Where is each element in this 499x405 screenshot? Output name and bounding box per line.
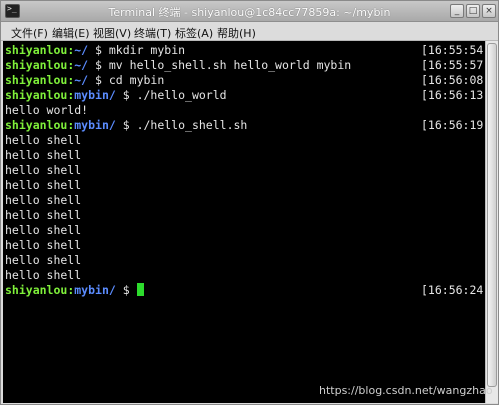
menu-edit[interactable]: 编辑(E) [52,25,90,41]
minimize-button[interactable]: _ [450,4,464,18]
prompt-user: shiyanlou [5,58,68,72]
watermark-text: https://blog.csdn.net/wangzhao [319,384,493,397]
timestamp: [16:55:57] [421,58,491,72]
command-text: $ ./hello_world [115,88,227,102]
menu-file[interactable]: 文件(F) [11,25,48,41]
menu-tabs[interactable]: 标签(A) [175,25,213,41]
output-line: hello shell [5,163,82,177]
prompt-line: shiyanlou:mybin/ $ ./hello_shell.sh [5,118,247,133]
prompt-line: shiyanlou:~/ $ mkdir mybin [5,43,185,58]
title-bar[interactable]: Terminal 终端 - shiyanlou@1c84cc77859a: ~/… [1,1,498,22]
command-text: $ [115,283,137,297]
timestamp: [16:56:08] [421,73,491,87]
scrollbar-thumb[interactable] [487,43,497,387]
timestamp: [16:56:19] [421,118,491,132]
command-text: $ mkdir mybin [88,43,186,57]
text-cursor [136,283,144,296]
prompt-user: shiyanlou [5,283,68,297]
maximize-button[interactable]: □ [466,4,480,18]
prompt-user: shiyanlou [5,73,68,87]
menu-view[interactable]: 视图(V) [93,25,131,41]
timestamp: [16:56:13] [421,88,491,102]
prompt-user: shiyanlou [5,88,68,102]
close-button[interactable]: × [482,4,496,18]
output-line: hello shell [5,223,82,237]
prompt-path: mybin/ [74,88,116,102]
prompt-line: shiyanlou:~/ $ cd mybin [5,73,164,88]
prompt-path: mybin/ [74,118,116,132]
prompt-user: shiyanlou [5,43,68,57]
prompt-path: ~/ [74,43,89,57]
output-line: hello shell [5,148,82,162]
terminal-window: Terminal 终端 - shiyanlou@1c84cc77859a: ~/… [0,0,499,405]
output-line: hello shell [5,268,82,282]
menu-help[interactable]: 帮助(H) [217,25,256,41]
timestamp: [16:55:54] [421,43,491,57]
menu-terminal[interactable]: 终端(T) [134,25,171,41]
prompt-path: ~/ [74,58,89,72]
timestamp: [16:56:24] [421,283,491,297]
command-text: $ ./hello_shell.sh [115,118,248,132]
vertical-scrollbar[interactable] [485,41,498,403]
command-text: $ mv hello_shell.sh hello_world mybin [88,58,352,72]
command-text: $ cd mybin [88,73,165,87]
menu-bar: 文件(F) 编辑(E) 视图(V) 终端(T) 标签(A) 帮助(H) [1,22,498,41]
window-title: Terminal 终端 - shiyanlou@1c84cc77859a: ~/… [108,6,391,19]
output-line: hello shell [5,253,82,267]
output-line: hello shell [5,208,82,222]
prompt-line: shiyanlou:mybin/ $ [5,283,144,298]
prompt-path: ~/ [74,73,89,87]
output-line: hello world! [5,103,89,117]
output-line: hello shell [5,178,82,192]
prompt-user: shiyanlou [5,118,68,132]
output-line: hello shell [5,238,82,252]
output-line: hello shell [5,193,82,207]
terminal-output-area[interactable]: [16:55:54] shiyanlou:~/ $ mkdir mybin [16:… [3,41,490,403]
prompt-line: shiyanlou:mybin/ $ ./hello_world [5,88,227,103]
output-line: hello shell [5,133,82,147]
prompt-line: shiyanlou:~/ $ mv hello_shell.sh hello_w… [5,58,351,73]
prompt-path: mybin/ [74,283,116,297]
